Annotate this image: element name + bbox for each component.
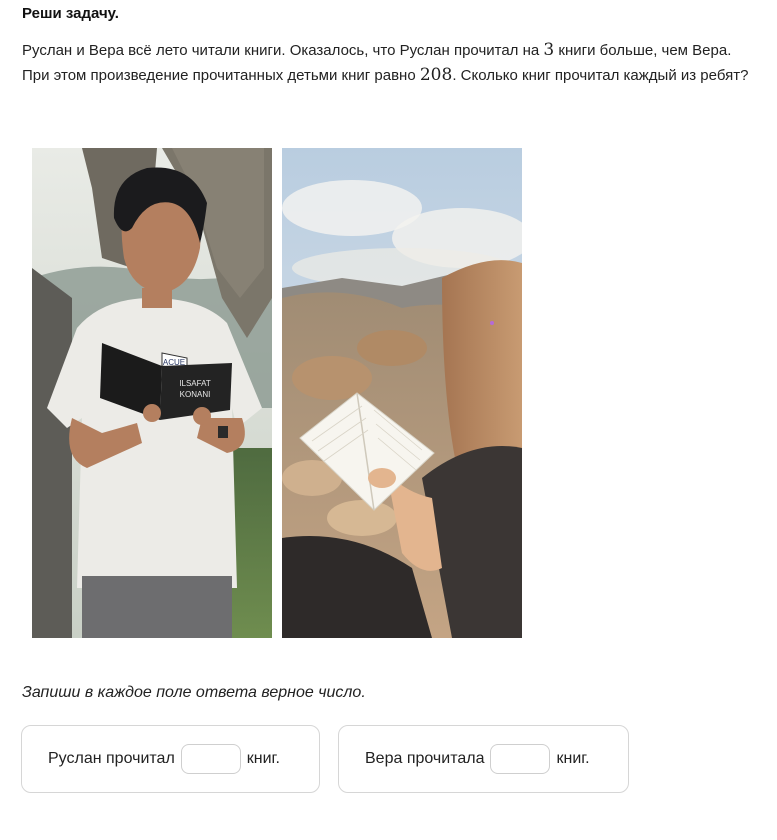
boy-reading-illustration: ACUE ILSAFAT KONANI xyxy=(32,148,272,638)
girl-reading-photo xyxy=(282,148,522,638)
difference-number: 3 xyxy=(543,40,555,60)
ruslan-answer-card: Руслан прочитал книг. xyxy=(21,725,320,793)
task-heading: Реши задачу. xyxy=(22,5,119,22)
ruslan-answer-input[interactable] xyxy=(180,744,241,774)
boy-reading-photo: ACUE ILSAFAT KONANI xyxy=(32,148,272,638)
answer-instruction: Запиши в каждое поле ответа верное число… xyxy=(22,684,366,701)
problem-text-part1: Руслан и Вера всё лето читали книги. Ока… xyxy=(22,42,544,59)
vera-answer-suffix: книг. xyxy=(556,750,590,767)
ruslan-answer-prefix: Руслан прочитал xyxy=(48,750,175,767)
product-number: 208 xyxy=(419,65,453,85)
problem-text-part3: . Сколько книг прочитал каждый из ребят? xyxy=(452,67,749,84)
vera-answer-card: Вера прочитала книг. xyxy=(338,725,629,793)
book-title-line2: KONANI xyxy=(180,390,211,399)
vera-answer-input[interactable] xyxy=(490,744,551,774)
book-title-line1: ILSAFAT xyxy=(179,379,211,388)
vera-answer-prefix: Вера прочитала xyxy=(365,750,485,767)
ruslan-answer-suffix: книг. xyxy=(246,750,280,767)
girl-reading-illustration xyxy=(282,148,522,638)
problem-text: Руслан и Вера всё лето читали книги. Ока… xyxy=(22,38,752,88)
